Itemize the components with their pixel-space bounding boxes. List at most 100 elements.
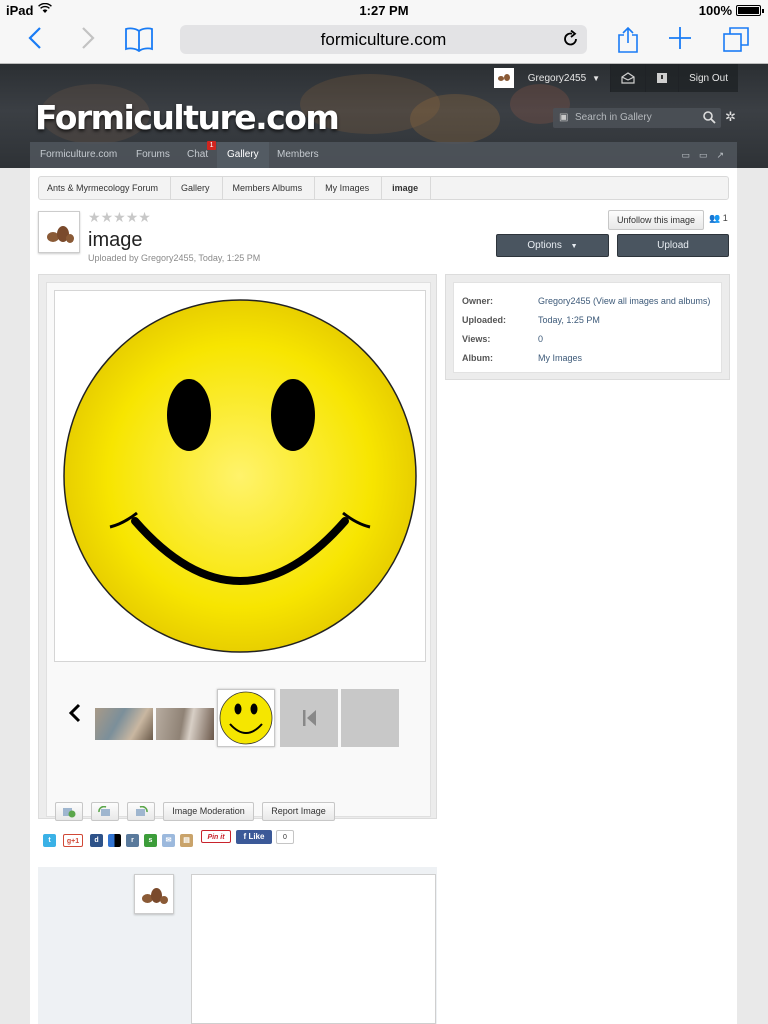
email-icon[interactable]: ✉ (162, 834, 175, 847)
breadcrumb-my-images[interactable]: My Images (315, 177, 383, 199)
star-icon[interactable]: ★ (138, 209, 151, 225)
reddit-icon[interactable]: r (126, 834, 139, 847)
uploader-avatar[interactable] (38, 211, 80, 253)
followers-number: 1 (722, 213, 728, 223)
page-title: image (88, 229, 143, 251)
chat-badge: 1 (207, 141, 217, 150)
main-image[interactable] (54, 290, 426, 662)
image-moderation-button[interactable]: Image Moderation (163, 802, 254, 821)
nav-forums[interactable]: Forums (126, 142, 180, 168)
battery-icon (736, 5, 764, 16)
smiley-face-image (63, 299, 417, 653)
uploaded-by: Uploaded by Gregory2455, Today, 1:25 PM (88, 253, 261, 263)
upload-button[interactable]: Upload (617, 234, 729, 257)
rotate-left-icon[interactable] (91, 802, 119, 821)
image-info-panel: Owner: Gregory2455 (View all images and … (445, 274, 730, 380)
main-nav: Formiculture.com Forums Chat 1 Gallery M… (30, 141, 737, 168)
star-icon[interactable]: ★ (113, 209, 126, 225)
prev-arrow-icon[interactable] (68, 703, 82, 729)
first-image-icon[interactable] (280, 689, 338, 747)
digg-icon[interactable]: d (90, 834, 103, 847)
owner-link[interactable]: Gregory2455 (View all images and albums) (538, 296, 710, 306)
browser-toolbar: formiculture.com (0, 22, 768, 64)
uploaded-value: Today, 1:25 PM (538, 315, 600, 325)
image-panel: Image Moderation Report Image (38, 274, 437, 821)
address-bar[interactable]: formiculture.com (180, 25, 587, 54)
followers-count[interactable]: 👥 1 (709, 213, 728, 224)
sign-out-link[interactable]: Sign Out (678, 64, 738, 92)
report-image-button[interactable]: Report Image (262, 802, 335, 821)
nav-formiculture[interactable]: Formiculture.com (30, 142, 127, 168)
battery-percent: 100% (698, 3, 732, 18)
star-rating[interactable]: ★★★★★ (88, 209, 151, 226)
view-toggle-icons[interactable]: ▭▭↗ (681, 142, 733, 168)
views-value: 0 (538, 334, 544, 344)
nav-chat-label: Chat (187, 149, 209, 160)
uploaded-label: Uploaded: (462, 315, 506, 325)
commenter-avatar (134, 874, 174, 914)
unfollow-button[interactable]: Unfollow this image (608, 210, 704, 230)
back-icon[interactable] (18, 26, 52, 56)
bookmarks-icon[interactable] (122, 26, 156, 56)
search-input[interactable]: ▣ Search in Gallery (553, 108, 721, 128)
star-icon[interactable]: ★ (101, 209, 114, 225)
owner-label: Owner: (462, 296, 494, 306)
breadcrumb: Ants & Myrmecology Forum Gallery Members… (38, 176, 729, 200)
url-text: formiculture.com (320, 30, 447, 49)
thumbnail-empty (341, 689, 399, 747)
chevron-down-icon: ▼ (570, 243, 578, 250)
star-icon[interactable]: ★ (126, 209, 139, 225)
user-menu[interactable]: Gregory2455 ▼ (484, 64, 610, 92)
nav-chat[interactable]: Chat 1 (177, 141, 220, 168)
album-link[interactable]: My Images (538, 353, 582, 363)
print-icon[interactable]: ▤ (180, 834, 193, 847)
breadcrumb-gallery[interactable]: Gallery (171, 177, 223, 199)
site-logo[interactable]: Formiculture.com (35, 98, 340, 137)
rotate-right-icon[interactable] (127, 802, 155, 821)
facebook-like-count: 0 (276, 830, 294, 844)
stumbleupon-icon[interactable]: s (144, 834, 157, 847)
share-icon[interactable] (611, 26, 645, 56)
camera-icon: ▣ (559, 112, 569, 123)
twitter-icon[interactable]: t (43, 834, 56, 847)
ios-status-bar: iPad 1:27 PM 100% (0, 0, 768, 22)
tabs-icon[interactable] (719, 26, 753, 56)
breadcrumb-members-albums[interactable]: Members Albums (223, 177, 316, 199)
image-info: Owner: Gregory2455 (View all images and … (453, 282, 722, 373)
thumbnail[interactable] (95, 708, 153, 740)
pinterest-button[interactable]: Pin it (201, 830, 231, 843)
breadcrumb-forum[interactable]: Ants & Myrmecology Forum (39, 177, 172, 199)
star-icon[interactable]: ★ (88, 209, 101, 225)
clock: 1:27 PM (359, 3, 409, 18)
user-bar: Gregory2455 ▼ Sign Out (484, 64, 738, 92)
nav-members[interactable]: Members (267, 142, 329, 168)
notifications-icon[interactable] (645, 64, 679, 92)
delicious-icon[interactable] (108, 834, 121, 847)
options-button[interactable]: Options ▼ (496, 234, 609, 257)
set-as-photo-icon[interactable] (55, 802, 83, 821)
facebook-like-button[interactable]: f Like (236, 830, 272, 844)
image-frame: Image Moderation Report Image (46, 282, 431, 821)
thumbnail[interactable] (156, 708, 214, 740)
search-icon[interactable] (703, 107, 716, 130)
facebook-icon: f (243, 832, 247, 841)
album-label: Album: (462, 353, 493, 363)
comment-editor[interactable] (191, 874, 436, 1024)
thumbnail-selected[interactable] (217, 689, 275, 747)
reload-icon[interactable] (563, 25, 579, 57)
new-tab-icon[interactable] (663, 26, 697, 56)
nav-gallery[interactable]: Gallery (217, 142, 269, 168)
avatar (493, 68, 514, 88)
options-label: Options (527, 240, 562, 251)
main-content: Ants & Myrmecology Forum Gallery Members… (30, 168, 737, 1024)
search-placeholder: Search in Gallery (575, 112, 652, 123)
breadcrumb-current: image (382, 177, 432, 199)
inbox-icon[interactable] (610, 64, 646, 92)
chevron-down-icon: ▼ (592, 73, 601, 83)
comment-area (38, 867, 437, 1024)
facebook-like-label: Like (248, 832, 265, 841)
site-header: Gregory2455 ▼ Sign Out Formiculture.com … (0, 64, 768, 168)
gear-icon[interactable]: ✲ (725, 109, 736, 125)
google-plus-icon[interactable]: g+1 (63, 834, 83, 847)
forward-icon[interactable] (71, 26, 105, 56)
